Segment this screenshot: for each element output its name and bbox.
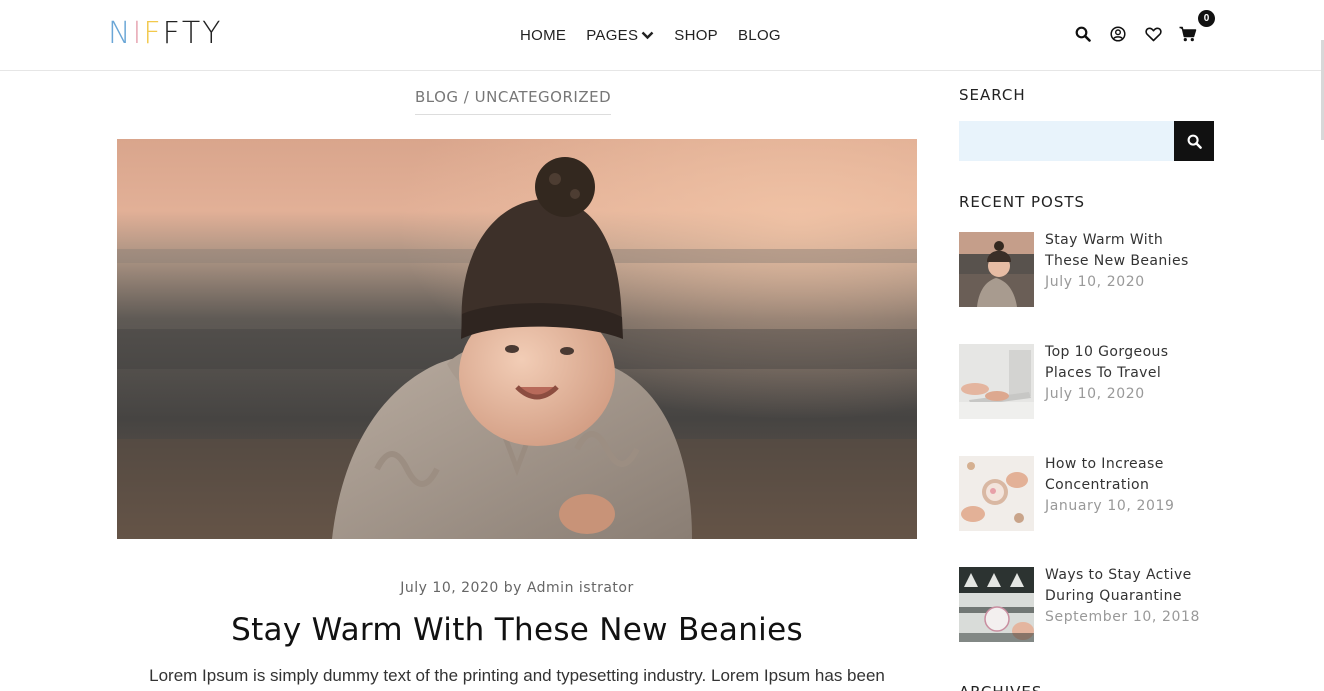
search-icon[interactable] (1074, 24, 1092, 44)
logo-letter: I (132, 16, 144, 51)
cart-icon[interactable] (1179, 24, 1197, 44)
recent-post-thumbnail[interactable] (959, 567, 1034, 642)
nav-shop[interactable]: SHOP (674, 27, 718, 44)
nav-pages-label: PAGES (586, 26, 639, 44)
post-excerpt: Lorem Ipsum is simply dummy text of the … (149, 666, 885, 685)
recent-post-title[interactable]: Stay Warm With These New Beanies (1045, 230, 1205, 272)
chevron-down-icon (641, 31, 654, 39)
search-input[interactable] (959, 121, 1174, 161)
nav-shop-label: SHOP (674, 26, 718, 44)
header-icons (1074, 24, 1214, 44)
post-title[interactable]: Stay Warm With These New Beanies (117, 612, 917, 648)
search-icon (1187, 134, 1202, 149)
cart-count-badge: 0 (1198, 10, 1215, 27)
user-icon[interactable] (1109, 24, 1127, 44)
site-header: NIFFTY HOME PAGES SHOP BLOG 0 (0, 0, 1324, 71)
post-meta: July 10, 2020 by Admin istrator (400, 580, 634, 596)
recent-post-title[interactable]: Ways to Stay Active During Quarantine (1045, 565, 1205, 607)
recent-post-item[interactable]: How to Increase Concentration January 10… (959, 456, 1219, 532)
nav-home-label: HOME (520, 26, 567, 44)
recent-posts-title: RECENT POSTS (959, 193, 1086, 211)
featured-image (117, 139, 917, 539)
logo-letter: Y (202, 16, 223, 51)
recent-post-thumbnail[interactable] (959, 456, 1034, 531)
recent-post-item[interactable]: Top 10 Gorgeous Places To Travel July 10… (959, 344, 1219, 420)
search-button[interactable] (1174, 121, 1214, 161)
recent-post-date: July 10, 2020 (1045, 386, 1145, 402)
logo-letter: T (181, 16, 203, 51)
recent-post-title[interactable]: Top 10 Gorgeous Places To Travel (1045, 342, 1205, 384)
heart-icon[interactable] (1144, 24, 1162, 44)
site-logo[interactable]: NIFFTY (108, 16, 223, 52)
nav-pages[interactable]: PAGES (586, 27, 654, 44)
search-widget-title: SEARCH (959, 86, 1026, 104)
logo-letter: N (108, 16, 133, 51)
recent-post-date: July 10, 2020 (1045, 274, 1145, 290)
nav-home[interactable]: HOME (520, 27, 566, 44)
recent-post-thumbnail[interactable] (959, 232, 1034, 307)
archives-title: ARCHIVES (959, 683, 1042, 691)
breadcrumb[interactable]: BLOG / UNCATEGORIZED (415, 88, 612, 115)
recent-post-title[interactable]: How to Increase Concentration (1045, 454, 1205, 496)
logo-letter: F (143, 16, 163, 51)
nav-blog-label: BLOG (738, 26, 781, 44)
logo-letter: F (162, 16, 182, 51)
main-nav: HOME PAGES SHOP BLOG (520, 24, 801, 46)
nav-blog[interactable]: BLOG (738, 27, 781, 44)
recent-post-date: January 10, 2019 (1045, 498, 1175, 514)
recent-post-item[interactable]: Stay Warm With These New Beanies July 10… (959, 232, 1219, 308)
search-form (959, 121, 1214, 161)
recent-post-thumbnail[interactable] (959, 344, 1034, 419)
recent-post-item[interactable]: Ways to Stay Active During Quarantine Se… (959, 567, 1219, 643)
recent-post-date: September 10, 2018 (1045, 609, 1200, 625)
